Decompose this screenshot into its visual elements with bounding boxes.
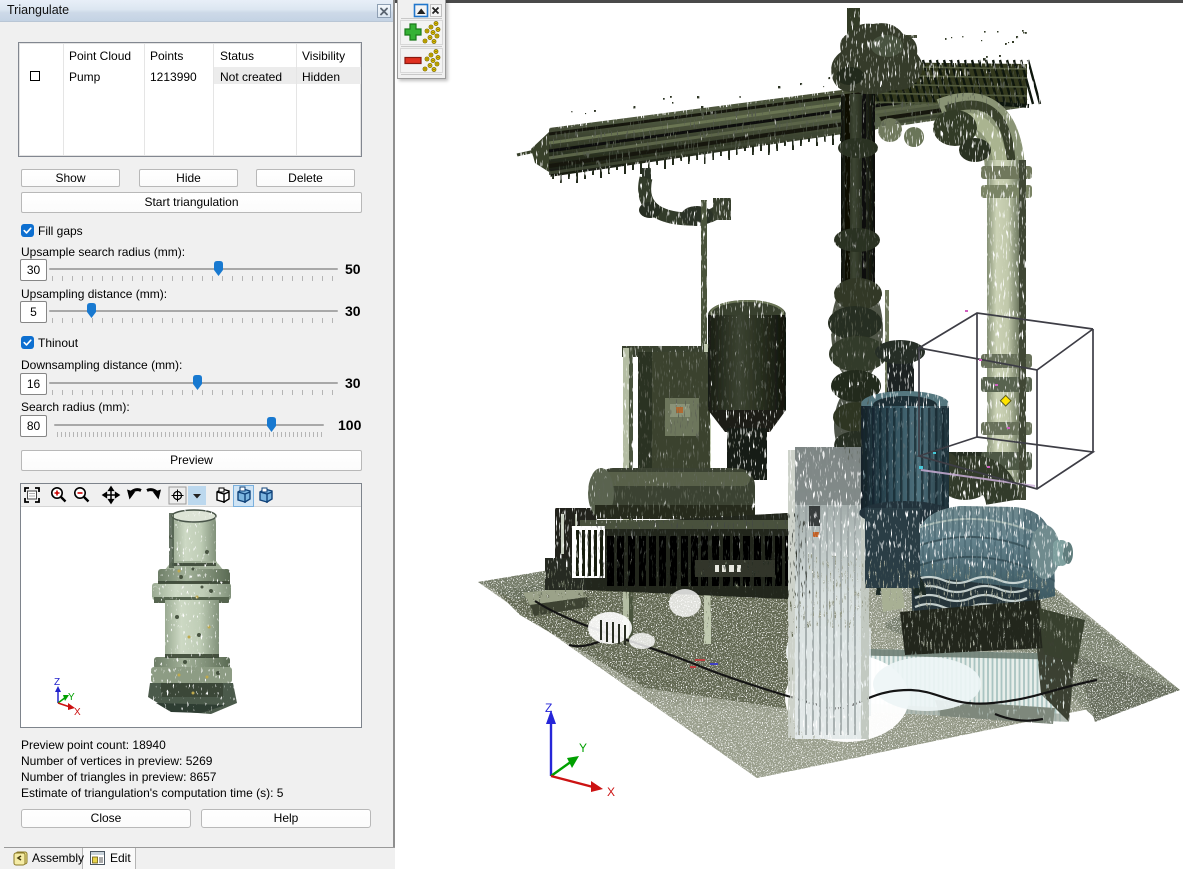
svg-text:Y: Y — [579, 741, 587, 755]
svg-text:Z: Z — [545, 701, 552, 715]
svg-text:Z: Z — [54, 677, 60, 688]
svg-text:Y: Y — [68, 692, 75, 703]
svg-text:X: X — [607, 785, 615, 799]
svg-text:X: X — [74, 707, 81, 718]
